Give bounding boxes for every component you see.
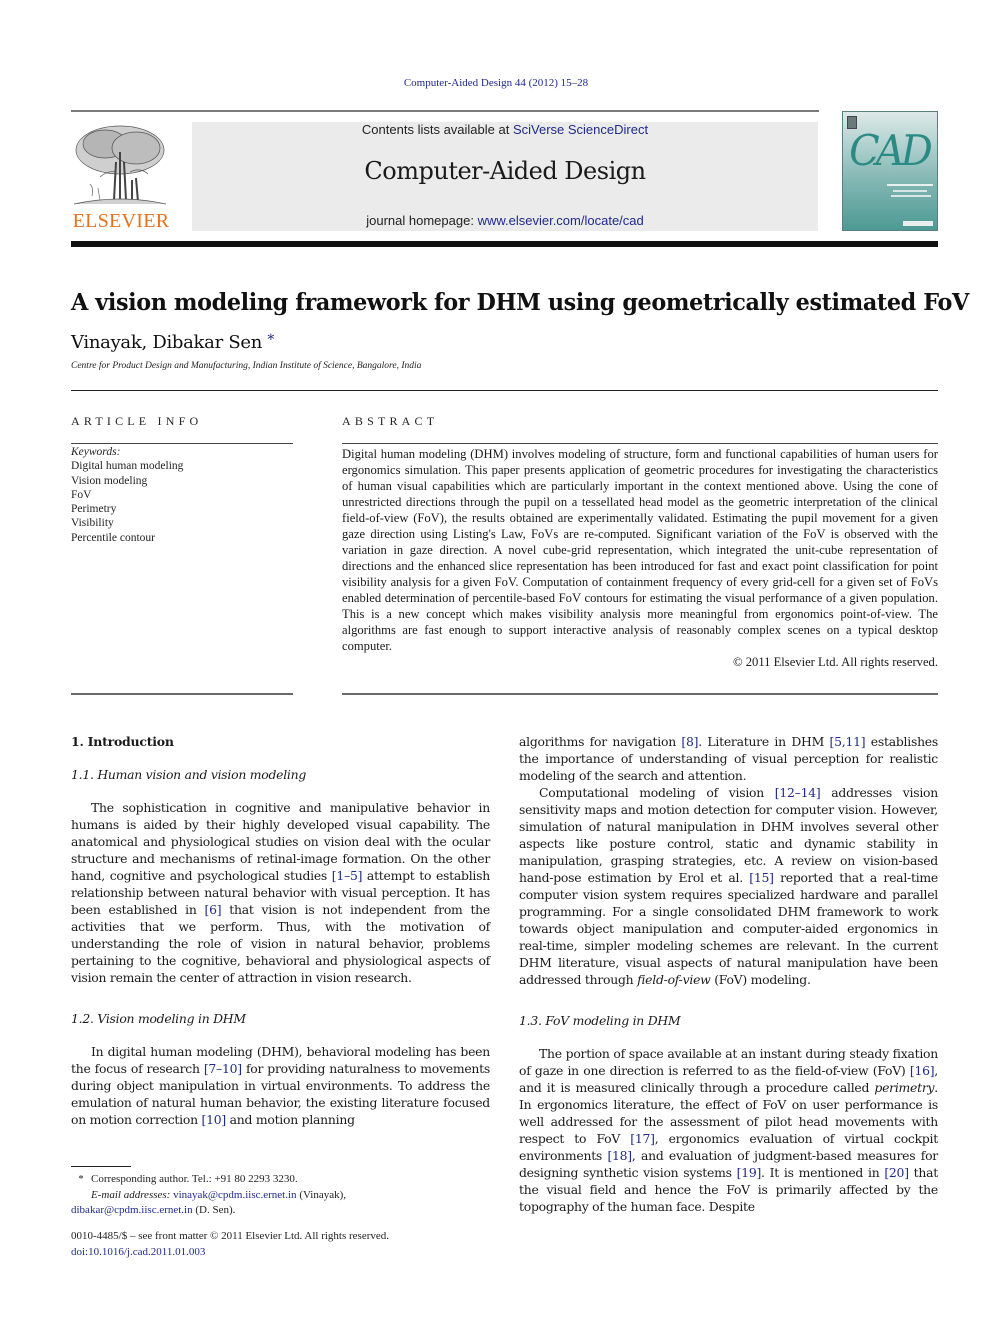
homepage-prefix: journal homepage: xyxy=(366,213,478,228)
affiliation: Centre for Product Design and Manufactur… xyxy=(71,361,422,371)
keyword: Perimetry xyxy=(71,503,117,516)
paragraph: The portion of space available at an ins… xyxy=(519,1045,938,1215)
divider xyxy=(342,443,938,444)
citation-link[interactable]: [20] xyxy=(884,1165,909,1180)
email-owner: (Vinayak), xyxy=(296,1188,346,1201)
text-run: reported that a real-time computer visio… xyxy=(519,870,938,987)
journal-homepage-link[interactable]: www.elsevier.com/locate/cad xyxy=(478,213,644,228)
text-run: (FoV) modeling. xyxy=(710,972,811,987)
paragraph: algorithms for navigation [8]. Literatur… xyxy=(519,733,938,784)
text-run: . It is mentioned in xyxy=(761,1165,885,1180)
running-head[interactable]: Computer-Aided Design 44 (2012) 15–28 xyxy=(0,77,992,89)
subsection-heading: 1.1. Human vision and vision modeling xyxy=(71,767,307,782)
keywords-label: Keywords: xyxy=(71,446,121,458)
text-run: . Literature in DHM xyxy=(698,734,830,749)
email-label: E-mail addresses: xyxy=(91,1188,171,1201)
homepage-line: journal homepage: www.elsevier.com/locat… xyxy=(192,213,818,228)
authors-text: Vinayak, Dibakar Sen xyxy=(71,332,262,353)
abstract-text: Digital human modeling (DHM) involves mo… xyxy=(342,447,938,653)
divider xyxy=(71,443,293,444)
citation-link[interactable]: [5,11] xyxy=(830,734,866,749)
cover-text-line xyxy=(891,195,931,197)
article-title: A vision modeling framework for DHM usin… xyxy=(71,289,969,316)
corresponding-author-note: * Corresponding author. Tel.: +91 80 2293… xyxy=(71,1172,491,1188)
divider xyxy=(71,390,938,391)
citation-link[interactable]: [18] xyxy=(607,1148,632,1163)
front-matter: 0010-4485/$ – see front matter © 2011 El… xyxy=(71,1229,389,1260)
citation-link[interactable]: [16] xyxy=(910,1063,935,1078)
journal-masthead: Contents lists available at SciVerse Sci… xyxy=(192,122,818,231)
footnote-text: Corresponding author. Tel.: +91 80 2293 … xyxy=(91,1173,298,1185)
journal-name: Computer-Aided Design xyxy=(364,157,646,185)
keyword: Visibility xyxy=(71,517,114,530)
contents-line: Contents lists available at SciVerse Sci… xyxy=(192,122,818,138)
citation-link[interactable]: [17] xyxy=(630,1131,655,1146)
email-link[interactable]: vinayak@cpdm.iisc.ernet.in xyxy=(173,1189,296,1201)
keywords-list: Keywords: Digital human modeling Vision … xyxy=(71,445,183,545)
cover-footer xyxy=(903,221,933,226)
email-line: dibakar@cpdm.iisc.ernet.in (D. Sen). xyxy=(71,1203,491,1219)
section-heading: 1. Introduction xyxy=(71,734,174,749)
paragraph: In digital human modeling (DHM), behavio… xyxy=(71,1043,490,1128)
divider xyxy=(71,693,293,695)
author-list: Vinayak, Dibakar Sen * xyxy=(71,332,274,353)
subsection-heading: 1.3. FoV modeling in DHM xyxy=(519,1013,681,1028)
body-column-left: 1. Introduction 1.1. Human vision and vi… xyxy=(71,733,490,1128)
citation-link[interactable]: [15] xyxy=(749,870,774,885)
email-owner: (D. Sen). xyxy=(192,1204,236,1216)
footnote: * Corresponding author. Tel.: +91 80 2293… xyxy=(71,1172,491,1219)
emphasis: field-of-view xyxy=(637,972,711,987)
abstract-copyright: © 2011 Elsevier Ltd. All rights reserved… xyxy=(733,655,938,669)
abstract-heading: ABSTRACT xyxy=(342,414,439,428)
body-column-right: algorithms for navigation [8]. Literatur… xyxy=(519,733,938,1215)
keyword: Percentile contour xyxy=(71,531,155,544)
cover-text-line xyxy=(893,190,927,192)
text-run: Computational modeling of vision xyxy=(539,785,775,800)
keyword: Vision modeling xyxy=(71,474,148,487)
emphasis: perimetry xyxy=(874,1080,935,1095)
sciencedirect-link[interactable]: SciVerse ScienceDirect xyxy=(513,122,648,137)
footnote-rule xyxy=(71,1166,131,1167)
citation-link[interactable]: [6] xyxy=(205,902,222,917)
text-run: algorithms for navigation xyxy=(519,734,682,749)
keyword: FoV xyxy=(71,488,92,501)
top-rule xyxy=(71,110,819,112)
contents-prefix: Contents lists available at xyxy=(361,122,513,137)
article-info-heading: ARTICLE INFO xyxy=(71,414,203,428)
corresponding-author-link[interactable]: * xyxy=(267,332,274,348)
cover-text-line xyxy=(887,184,933,186)
email-line: E-mail addresses: vinayak@cpdm.iisc.erne… xyxy=(71,1188,491,1204)
text-run: and motion planning xyxy=(225,1112,355,1127)
elsevier-tree-logo-icon xyxy=(70,122,170,210)
citation-link[interactable]: [12–14] xyxy=(775,785,821,800)
footnote-mark: * xyxy=(78,1173,84,1185)
cover-logo-text: CAD xyxy=(849,126,933,175)
citation-link[interactable]: [10] xyxy=(202,1112,227,1127)
header-divider xyxy=(71,241,938,247)
issn-line: 0010-4485/$ – see front matter © 2011 El… xyxy=(71,1230,390,1242)
subsection-heading: 1.2. Vision modeling in DHM xyxy=(71,1011,246,1026)
doi-link[interactable]: doi:10.1016/j.cad.2011.01.003 xyxy=(71,1245,389,1261)
abstract-body: Digital human modeling (DHM) involves mo… xyxy=(342,446,938,670)
paragraph: The sophistication in cognitive and mani… xyxy=(71,799,490,986)
citation-link[interactable]: [7–10] xyxy=(204,1061,242,1076)
text-run: The portion of space available at an ins… xyxy=(519,1046,938,1078)
publisher-logo[interactable]: ELSEVIER xyxy=(70,122,172,234)
paragraph: Computational modeling of vision [12–14]… xyxy=(519,784,938,988)
citation-link[interactable]: [1–5] xyxy=(332,868,363,883)
email-link[interactable]: dibakar@cpdm.iisc.ernet.in xyxy=(71,1204,193,1216)
citation-link[interactable]: [19] xyxy=(737,1165,762,1180)
divider xyxy=(342,693,938,695)
keyword: Digital human modeling xyxy=(71,460,184,473)
journal-cover-image[interactable]: CAD xyxy=(842,111,938,231)
citation-link[interactable]: [8] xyxy=(681,734,698,749)
elsevier-wordmark: ELSEVIER xyxy=(72,210,170,232)
